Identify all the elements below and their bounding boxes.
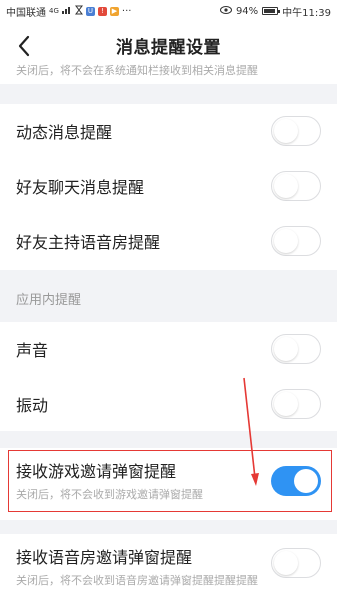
app-notification-icon: ▶ (109, 6, 119, 16)
scrolled-hint-text: 关闭后，将不会在系统通知栏接收到相关消息提醒 (16, 64, 258, 77)
group-separator (0, 84, 337, 104)
toggle-switch[interactable] (271, 226, 321, 256)
setting-label: 动态消息提醒 (16, 123, 113, 142)
setting-description: 关闭后，将不会收到语音房邀请弹窗提醒提醒提醒 (16, 574, 258, 587)
setting-label: 好友主持语音房提醒 (16, 233, 161, 252)
setting-label: 接收语音房邀请弹窗提醒 (16, 548, 193, 567)
battery-percent: 94% (235, 5, 259, 17)
toggle-switch[interactable] (271, 116, 321, 146)
carrier-label: 中国联通 (6, 7, 46, 19)
setting-row-voice-room-invite-popup[interactable]: 接收语音房邀请弹窗提醒 关闭后，将不会收到语音房邀请弹窗提醒提醒提醒 (0, 534, 337, 600)
group-separator (0, 520, 337, 534)
app-notification-icon: ! (97, 6, 107, 16)
eye-comfort-icon (219, 5, 232, 17)
toggle-knob (274, 173, 298, 198)
setting-row-sound[interactable]: 声音 (0, 322, 337, 376)
setting-label: 振动 (16, 396, 49, 415)
toggle-knob (274, 336, 298, 361)
status-left: 中国联通 4G U ! ▶ ··· (6, 4, 131, 19)
notification-settings-page: 中国联通 4G U ! ▶ ··· 94% 中午11:39 消息提醒设置 关闭后… (0, 0, 337, 600)
setting-label: 好友聊天消息提醒 (16, 178, 145, 197)
signal-icon (61, 5, 72, 17)
toggle-knob (274, 550, 298, 575)
clock-label: 中午11:39 (282, 7, 331, 19)
more-dots-icon: ··· (121, 5, 132, 17)
setting-row-vibration[interactable]: 振动 (0, 377, 337, 431)
app-notification-icon: U (85, 6, 95, 16)
toggle-switch[interactable] (271, 334, 321, 364)
back-button[interactable] (10, 32, 38, 60)
group-separator (0, 431, 337, 448)
status-right: 94% 中午11:39 (219, 4, 331, 19)
toggle-knob (294, 469, 318, 493)
setting-label: 接收游戏邀请弹窗提醒 (16, 462, 177, 481)
setting-row-game-invite-popup[interactable]: 接收游戏邀请弹窗提醒 关闭后，将不会收到游戏邀请弹窗提醒 (0, 448, 337, 514)
setting-row-friend-chat[interactable]: 好友聊天消息提醒 (0, 159, 337, 213)
setting-row-dynamic-messages[interactable]: 动态消息提醒 (0, 104, 337, 158)
hourglass-icon (74, 5, 83, 18)
toggle-knob (274, 118, 298, 143)
setting-row-friend-voice-room[interactable]: 好友主持语音房提醒 (0, 214, 337, 268)
toggle-knob (274, 228, 298, 253)
battery-icon (262, 7, 281, 15)
toggle-knob (274, 391, 298, 416)
section-header-in-app: 应用内提醒 (16, 293, 82, 308)
toggle-switch[interactable] (271, 466, 321, 496)
toggle-switch[interactable] (271, 548, 321, 578)
setting-label: 声音 (16, 341, 49, 360)
toggle-switch[interactable] (271, 171, 321, 201)
toggle-switch[interactable] (271, 389, 321, 419)
page-title: 消息提醒设置 (116, 37, 221, 58)
network-type-label: 4G (49, 7, 59, 15)
battery-fill (264, 9, 276, 13)
setting-description: 关闭后，将不会收到游戏邀请弹窗提醒 (16, 488, 203, 501)
status-bar: 中国联通 4G U ! ▶ ··· 94% 中午11:39 (0, 0, 337, 22)
chevron-left-icon (18, 35, 30, 57)
